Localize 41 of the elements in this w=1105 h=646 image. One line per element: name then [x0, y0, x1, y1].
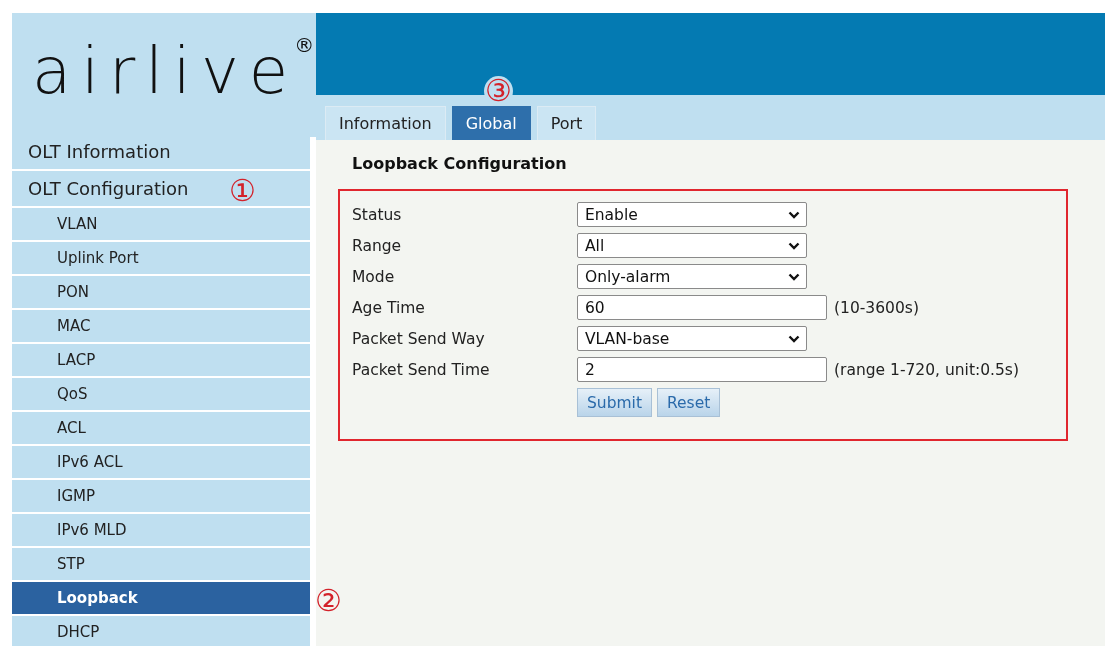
sidebar-subitem[interactable]: STP [12, 548, 310, 580]
sidebar-subitem[interactable]: PON [12, 276, 310, 308]
tab[interactable]: Global [451, 106, 531, 140]
sidebar-subitem[interactable]: IPv6 MLD [12, 514, 310, 546]
field-label: Packet Send Way [352, 329, 486, 348]
dropdown[interactable]: VLAN-base [577, 326, 807, 351]
annotation-number: ① [229, 176, 256, 206]
dropdown[interactable]: All [577, 233, 807, 258]
sidebar-subitem[interactable]: QoS [12, 378, 310, 410]
field-label: Status [352, 205, 403, 224]
sidebar-subitem[interactable]: VLAN [12, 208, 310, 240]
field-label: Packet Send Time [352, 360, 491, 379]
sidebar-subitem[interactable]: LACP [12, 344, 310, 376]
chevron-down-icon [788, 241, 800, 250]
input-field[interactable]: 2 [577, 357, 827, 382]
tab[interactable]: Information [325, 106, 446, 140]
field-label: Range [352, 236, 403, 255]
form-button[interactable]: Reset [657, 388, 721, 417]
field-label: Mode [352, 267, 396, 286]
input-field[interactable]: 60 [577, 295, 827, 320]
section-title: Loopback Configuration [352, 154, 567, 173]
chevron-down-icon [788, 272, 800, 281]
sidebar-subitem[interactable]: MAC [12, 310, 310, 342]
registered-mark: ® [294, 35, 315, 55]
annotation-number: ② [315, 586, 342, 616]
dropdown[interactable]: Only-alarm [577, 264, 807, 289]
dropdown[interactable]: Enable [577, 202, 807, 227]
sidebar-item[interactable]: OLT Information [12, 134, 310, 169]
range-hint: (range 1-720, unit:0.5s) [834, 360, 1019, 379]
form-button[interactable]: Submit [577, 388, 652, 417]
sidebar-subitem[interactable]: Loopback [12, 582, 310, 614]
sidebar-subitem[interactable]: IPv6 ACL [12, 446, 310, 478]
chevron-down-icon [788, 210, 800, 219]
sidebar-subitem[interactable]: IGMP [12, 480, 310, 512]
chevron-down-icon [788, 334, 800, 343]
sidebar-subitem[interactable]: ACL [12, 412, 310, 444]
sidebar-subitem[interactable]: Uplink Port [12, 242, 310, 274]
tab[interactable]: Port [536, 106, 597, 140]
field-label: Age Time [352, 298, 426, 317]
sidebar-subitem[interactable]: DHCP [12, 616, 310, 646]
range-hint: (10-3600s) [834, 298, 919, 317]
